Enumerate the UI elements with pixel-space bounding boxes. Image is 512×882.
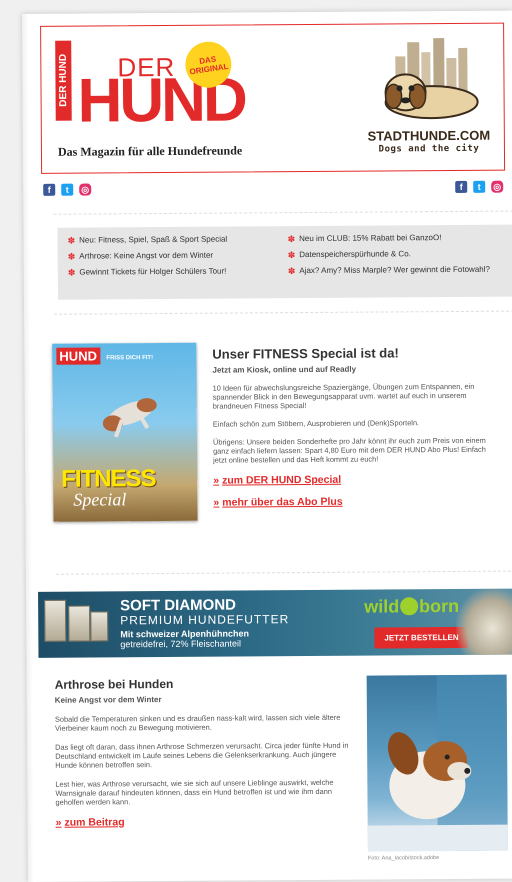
fitness-article: Unser FITNESS Special ist da! Jetzt am K… [212, 345, 499, 509]
cover-subtitle: FRISS DICH FIT! [106, 355, 154, 362]
instagram-icon[interactable]: ◎ [79, 183, 92, 196]
order-now-button[interactable]: JETZT BESTELLEN [374, 626, 469, 649]
facebook-icon[interactable]: f [455, 180, 468, 193]
abo-plus-link-text: mehr über das Abo Plus [222, 495, 343, 509]
badge-line2: ORIGINAL [189, 61, 230, 77]
fitness-subtitle: Jetzt am Kiosk, online und auf Readly [212, 364, 357, 375]
photo-credit: Foto: Ana_Iacob/stock.adobe [367, 855, 440, 862]
fitness-paragraph-3: Übrigens: Unsere beiden Sonderhefte pro … [212, 435, 486, 465]
news-item-text: Datenspeicherspürhunde & Co. [299, 249, 411, 260]
arthrose-title: Arthrose bei Hunden [54, 676, 174, 692]
arthrose-subtitle: Keine Angst vor dem Winter [54, 695, 162, 705]
news-item[interactable]: ✽ Neu: Fitness, Spiel, Spaß & Sport Speci… [68, 234, 288, 246]
divider [55, 570, 512, 575]
fitness-paragraph-2: Einfach schön zum Stöbern, Ausprobieren … [212, 418, 420, 429]
article-link-text: zum Beitrag [64, 816, 125, 829]
jumping-dog-image [102, 398, 157, 438]
tagline: Das Magazin für alle Hundefreunde [57, 143, 243, 159]
wildborn-logo-mark [400, 597, 419, 616]
dog-photo-art [367, 674, 508, 852]
divider [54, 310, 512, 315]
arthrose-paragraph-1: Sobald die Temperaturen sinken und es dr… [54, 712, 341, 733]
stadthunde-tagline: Dogs and the city [378, 143, 480, 155]
article-link[interactable]: » zum Beitrag [55, 815, 356, 829]
fitness-special-cover[interactable]: HUND FRISS DICH FIT! FITNESS Special [52, 342, 198, 522]
social-links-left: f t ◎ [43, 183, 92, 196]
arthrose-paragraph-2: Das liegt oft daran, dass ihnen Arthrose… [55, 740, 349, 770]
soft-diamond-ad-banner[interactable]: SOFT DIAMOND PREMIUM HUNDEFUTTER Mit sch… [38, 588, 512, 658]
news-teaser-box: ✽ Neu: Fitness, Spiel, Spaß & Sport Speci… [57, 224, 512, 300]
news-item-text: Neu im CLUB: 15% Rabatt bei GanzoO! [299, 233, 442, 244]
twitter-icon[interactable]: t [473, 180, 486, 193]
news-item[interactable]: ✽ Gewinnt Tickets für Holger Schülers Tou… [68, 266, 288, 278]
news-item-text: Arthrose: Keine Angst vor dem Winter [79, 250, 214, 261]
arthrose-article: Arthrose bei Hunden Keine Angst vor dem … [55, 676, 356, 829]
news-item-text: Gewinnt Tickets für Holger Schülers Tour… [79, 266, 227, 277]
news-item[interactable]: ✽ Datenspeicherspürhunde & Co. [287, 249, 508, 261]
dog-window-photo [366, 674, 508, 852]
facebook-icon[interactable]: f [43, 183, 56, 196]
abo-plus-link[interactable]: » mehr über das Abo Plus [213, 495, 499, 509]
arthrose-paragraph-3: Lest hier, was Arthrose verursacht, wie … [55, 777, 334, 807]
newsletter-page: DER HUND DER HUND DAS ORIGINAL Das Magaz… [22, 10, 512, 882]
arrow-icon: » [55, 816, 62, 829]
social-links-right: f t ◎ [455, 180, 504, 193]
cover-special-label: Special [73, 489, 127, 510]
arrow-icon: » [213, 474, 220, 487]
wildborn-logo: wild born [364, 596, 459, 618]
instagram-icon[interactable]: ◎ [491, 180, 504, 193]
wildborn-logo-a: wild [364, 596, 400, 617]
der-hund-logo[interactable]: DER HUND DER HUND DAS ORIGINAL [55, 38, 256, 140]
banner-subtitle: PREMIUM HUNDEFUTTER [120, 612, 290, 628]
dog-head-image [456, 588, 512, 655]
news-item[interactable]: ✽ Ajax? Amy? Miss Marple? Wer gewinnt die… [287, 264, 508, 277]
fitness-paragraph-1: 10 Ideen für abwechslungsreiche Spazierg… [212, 381, 475, 411]
paw-icon: ✽ [67, 251, 76, 262]
city-dog-illustration [384, 38, 479, 120]
stadthunde-logo[interactable]: STADTHUNDE.COM Dogs and the city [363, 38, 494, 165]
news-item[interactable]: ✽ Neu im CLUB: 15% Rabatt bei GanzoO! [287, 233, 508, 245]
wildborn-logo-b: born [419, 595, 460, 617]
twitter-icon[interactable]: t [61, 183, 74, 196]
product-bag-image [90, 611, 109, 642]
divider [53, 210, 512, 215]
special-link-text: zum DER HUND Special [222, 473, 342, 487]
paw-icon: ✽ [67, 267, 76, 278]
paw-icon: ✽ [67, 235, 76, 246]
special-link[interactable]: » zum DER HUND Special [213, 473, 499, 487]
paw-icon: ✽ [287, 266, 296, 277]
news-item-text: Neu: Fitness, Spiel, Spaß & Sport Specia… [79, 234, 228, 245]
stadthunde-brand: STADTHUNDE.COM [367, 127, 491, 144]
news-item[interactable]: ✽ Arthrose: Keine Angst vor dem Winter [68, 250, 288, 262]
fitness-title: Unser FITNESS Special ist da! [212, 345, 399, 362]
banner-line-2: getreidefrei, 72% Fleischanteil [120, 638, 242, 650]
arrow-icon: » [213, 496, 220, 509]
paw-icon: ✽ [287, 250, 296, 261]
logo-side-label: DER HUND [55, 40, 72, 121]
product-bag-image [44, 599, 67, 642]
news-item-text: Ajax? Amy? Miss Marple? Wer gewinnt die … [299, 264, 490, 276]
paw-icon: ✽ [287, 234, 296, 245]
header: DER HUND DER HUND DAS ORIGINAL Das Magaz… [40, 22, 506, 174]
product-bag-image [68, 605, 91, 642]
cover-logo: HUND [56, 347, 101, 365]
